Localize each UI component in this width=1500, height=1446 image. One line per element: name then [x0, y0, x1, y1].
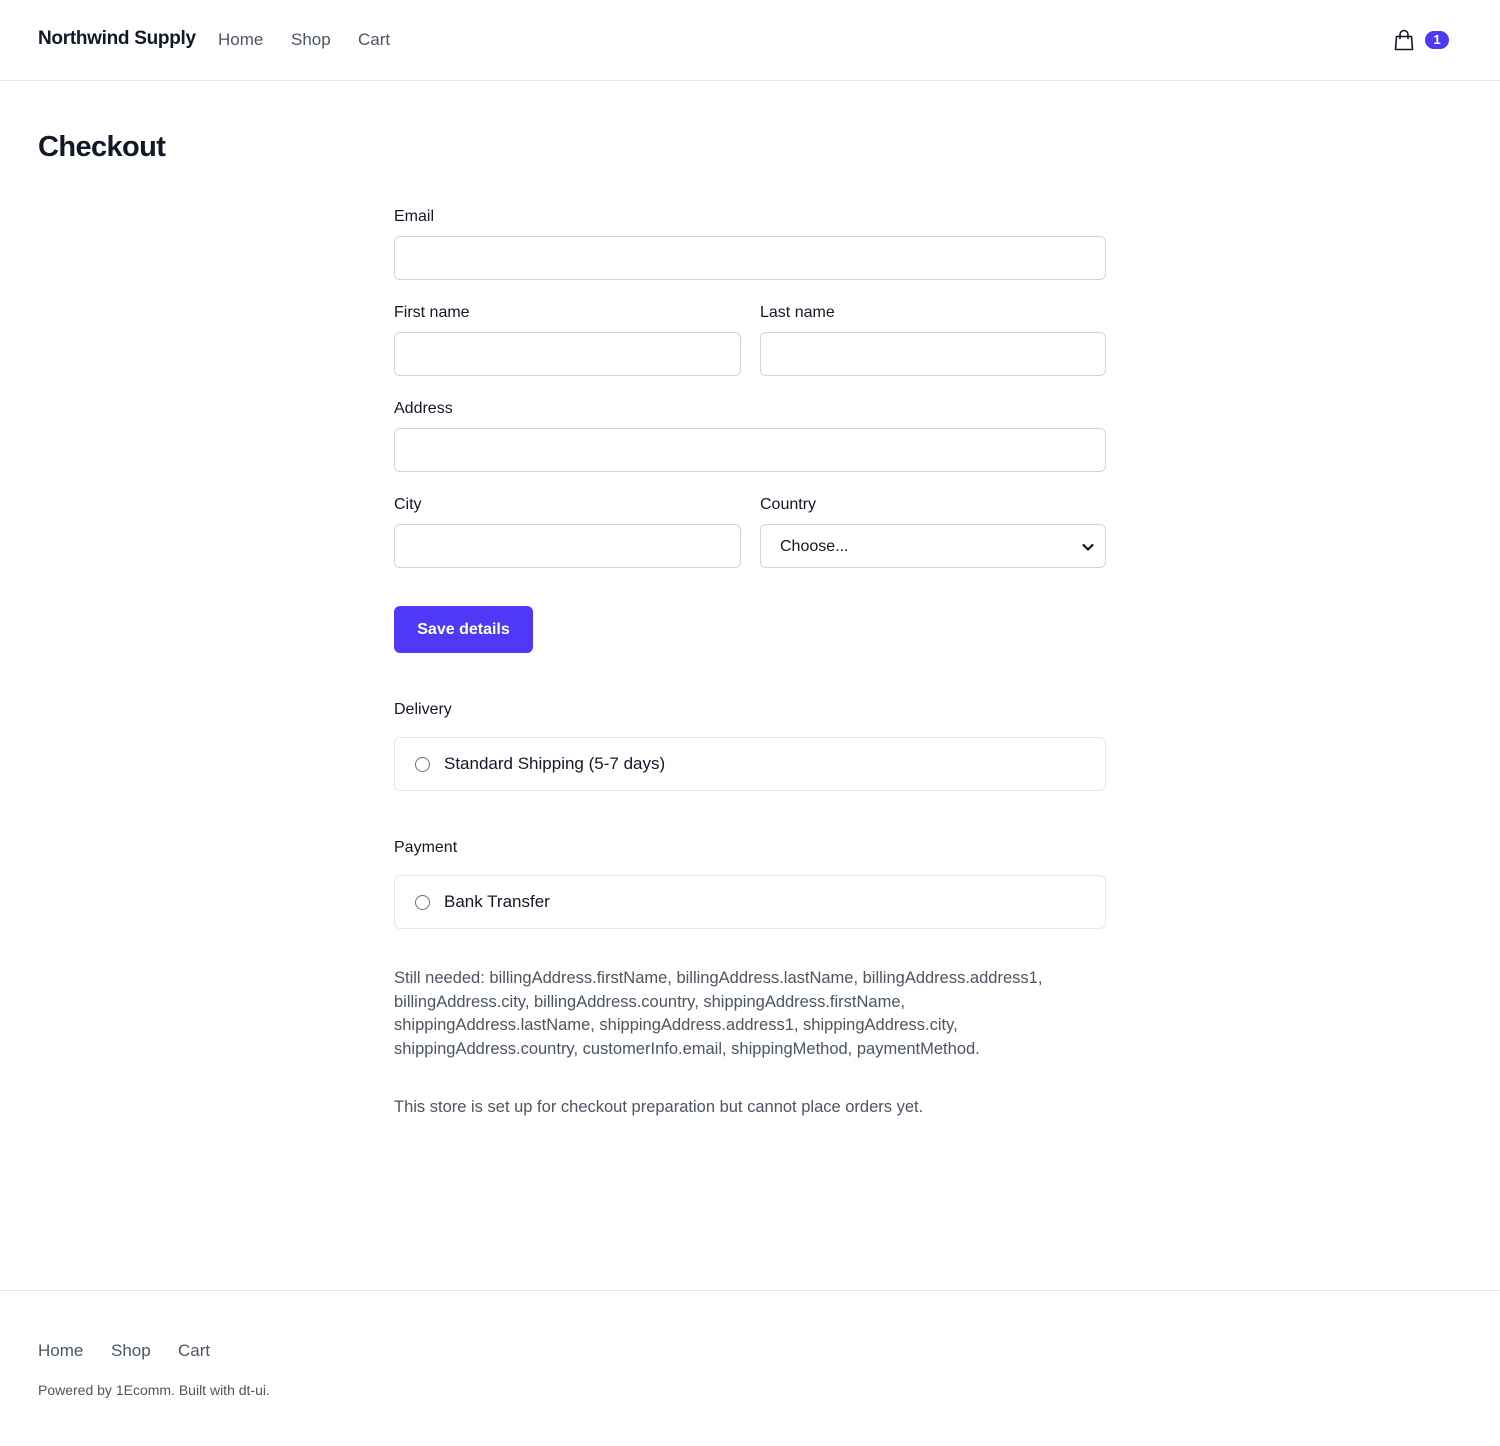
email-label: Email	[394, 208, 435, 225]
footer-shop-link[interactable]: Shop	[111, 1341, 151, 1361]
nav-cart-link[interactable]: Cart	[358, 30, 390, 50]
country-select-value: Choose...	[780, 538, 849, 555]
payment-radio[interactable]	[415, 895, 430, 910]
delivery-option-label: Standard Shipping (5-7 days)	[444, 754, 666, 773]
last-name-field[interactable]	[760, 332, 1106, 376]
country-select[interactable]: Choose...	[760, 524, 1106, 568]
payment-label: Payment	[394, 839, 458, 856]
checkout-page: Northwind Supply Home Shop Cart 1 Checko…	[0, 0, 1500, 1446]
nav-home-link[interactable]: Home	[218, 30, 263, 50]
address-field[interactable]	[394, 428, 1106, 472]
site-footer: Home Shop Cart Powered by 1Ecomm. Built …	[0, 1290, 1500, 1446]
delivery-option-standard[interactable]: Standard Shipping (5-7 days)	[394, 737, 1106, 791]
page-title: Checkout	[38, 131, 166, 163]
save-details-button[interactable]: Save details	[394, 606, 533, 653]
city-label: City	[394, 496, 422, 513]
site-header: Northwind Supply Home Shop Cart 1	[0, 0, 1500, 81]
payment-option-bank-transfer[interactable]: Bank Transfer	[394, 875, 1106, 929]
powered-by-text: Powered by 1Ecomm. Built with dt-ui.	[38, 1382, 270, 1398]
city-field[interactable]	[394, 524, 741, 568]
store-notice-text: This store is set up for checkout prepar…	[394, 1098, 924, 1116]
brand-logo-link[interactable]: Northwind Supply	[38, 28, 196, 50]
first-name-field[interactable]	[394, 332, 741, 376]
first-name-label: First name	[394, 304, 470, 321]
cart-count-badge: 1	[1425, 31, 1449, 49]
footer-home-link[interactable]: Home	[38, 1341, 83, 1361]
chevron-down-icon	[1082, 543, 1094, 551]
still-needed-text: Still needed: billingAddress.firstName, …	[394, 969, 1043, 1058]
footer-cart-link[interactable]: Cart	[178, 1341, 210, 1361]
country-label: Country	[760, 496, 817, 513]
nav-shop-link[interactable]: Shop	[291, 30, 331, 50]
payment-option-label: Bank Transfer	[444, 892, 550, 911]
address-label: Address	[394, 400, 453, 417]
last-name-label: Last name	[760, 304, 835, 321]
delivery-label: Delivery	[394, 701, 452, 718]
delivery-radio[interactable]	[415, 757, 430, 772]
email-field[interactable]	[394, 236, 1106, 280]
shopping-bag-icon[interactable]	[1393, 29, 1415, 51]
